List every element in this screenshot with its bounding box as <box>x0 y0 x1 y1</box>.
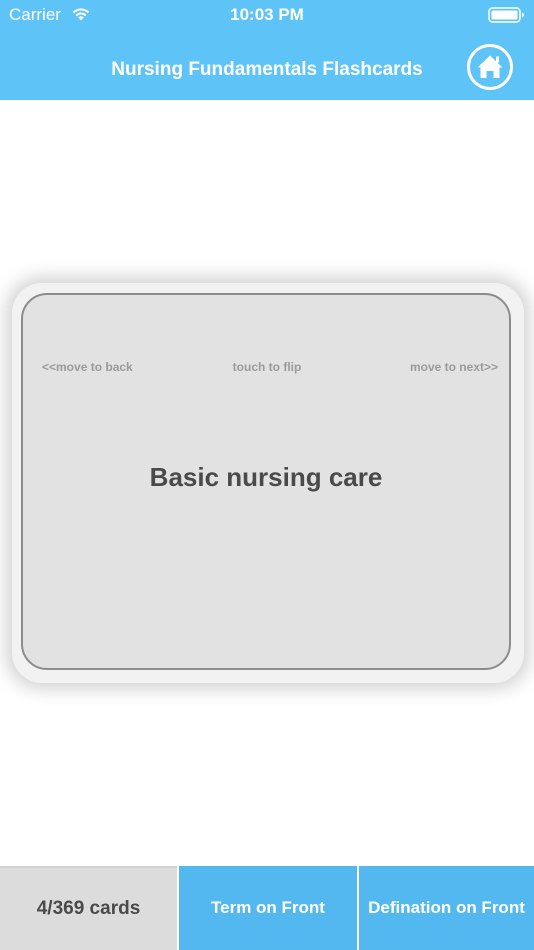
flashcard[interactable]: Basic nursing care <box>21 293 511 670</box>
top-bar: Carrier 10:03 PM Nursing Fundamentals Fl… <box>0 0 534 100</box>
flashcards-screen: Carrier 10:03 PM Nursing Fundamentals Fl… <box>0 0 534 950</box>
bottom-bar: 4/369 cards Term on Front Defination on … <box>0 866 534 950</box>
battery-icon <box>488 7 524 23</box>
definition-on-front-button[interactable]: Defination on Front <box>359 866 534 950</box>
status-time: 10:03 PM <box>230 5 304 24</box>
home-icon <box>477 55 503 78</box>
card-count-cell: 4/369 cards <box>0 866 177 950</box>
card-term: Basic nursing care <box>149 462 383 492</box>
page-title: Nursing Fundamentals Flashcards <box>111 59 423 80</box>
home-button[interactable] <box>466 43 514 91</box>
term-on-front-button[interactable]: Term on Front <box>179 866 357 950</box>
card-count: 4/369 cards <box>36 898 141 919</box>
move-to-next-hint[interactable]: move to next>> <box>410 360 498 374</box>
